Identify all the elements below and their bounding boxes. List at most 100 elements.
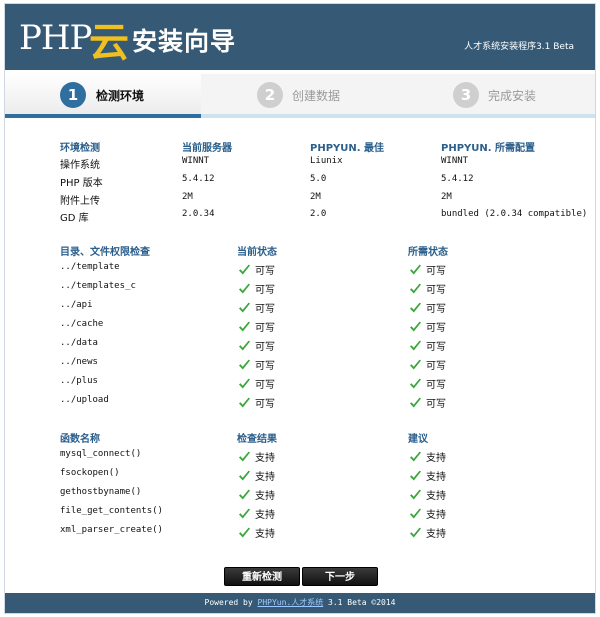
recheck-button[interactable]: 重新检测 (224, 567, 300, 586)
dir-row-status: 可写 (238, 281, 275, 296)
func-row-status-text: 支持 (255, 491, 275, 502)
dir-row-name: ../templates_c (60, 281, 136, 291)
env-current: WINNT (182, 156, 210, 166)
dir-row: ../templates_c 可写 可写 (60, 279, 580, 297)
check-icon (239, 397, 250, 408)
check-icon (239, 321, 250, 332)
table-row: GD 库 2.0.34 2.0 bundled (2.0.34 compatib… (60, 207, 587, 225)
dir-row-status-text: 可写 (426, 361, 446, 372)
func-row-status: 支持 (409, 487, 446, 502)
dir-row-status: 可写 (238, 357, 275, 372)
func-row-status: 支持 (238, 525, 275, 540)
check-icon (410, 340, 421, 351)
func-row-status-text: 支持 (426, 529, 446, 540)
dir-row: ../data 可写 可写 (60, 336, 580, 354)
dir-row-status: 可写 (409, 376, 446, 391)
dir-row-status: 可写 (409, 395, 446, 410)
func-row-status-text: 支持 (255, 529, 275, 540)
check-icon (410, 397, 421, 408)
func-row-name: xml_parser_create() (60, 525, 163, 535)
dir-row-status-text: 可写 (255, 323, 275, 334)
dir-row-status-text: 可写 (255, 342, 275, 353)
footer: Powered by PHPYun.人才系统 3.1 Beta ©2014 (5, 593, 595, 613)
dir-row-status-text: 可写 (255, 361, 275, 372)
check-icon (410, 527, 421, 538)
header: PHP 云 安装向导 人才系统安装程序3.1 Beta (5, 4, 595, 70)
dir-row-status: 可写 (409, 300, 446, 315)
check-icon (239, 527, 250, 538)
env-current: 2M (182, 192, 193, 202)
table-row: PHP 版本 5.4.12 5.0 5.4.12 (60, 172, 580, 190)
func-header-advice: 建议 (408, 434, 428, 445)
func-row: fsockopen() 支持 支持 (60, 466, 580, 484)
dir-row-status-text: 可写 (426, 323, 446, 334)
func-row-status-text: 支持 (255, 510, 275, 521)
dir-row-status-text: 可写 (426, 285, 446, 296)
func-row: mysql_connect() 支持 支持 (60, 447, 580, 465)
check-icon (410, 489, 421, 500)
env-best: 2M (310, 192, 321, 202)
check-icon (410, 264, 421, 275)
version-text: 人才系统安装程序3.1 Beta (464, 42, 574, 52)
check-icon (239, 451, 250, 462)
dir-row-status: 可写 (409, 338, 446, 353)
footer-prefix: Powered by (204, 598, 258, 607)
footer-link[interactable]: PHPYun.人才系统 (258, 598, 324, 607)
logo-cloud-mark: 云 (89, 19, 129, 66)
step-progress-bar (201, 114, 595, 118)
dir-row-status: 可写 (409, 281, 446, 296)
check-icon (239, 359, 250, 370)
dir-row-name: ../api (60, 300, 93, 310)
func-row-name: file_get_contents() (60, 506, 163, 516)
check-icon (410, 508, 421, 519)
dir-row-name: ../cache (60, 319, 104, 329)
dir-row-name: ../template (60, 262, 120, 272)
step-1: 1 检测环境 (5, 74, 201, 118)
check-icon (239, 302, 250, 313)
func-row-name: mysql_connect() (60, 449, 142, 459)
check-icon (239, 470, 250, 481)
func-row-status: 支持 (238, 468, 275, 483)
dir-row: ../news 可写 可写 (60, 355, 580, 373)
check-icon (239, 489, 250, 500)
dir-row-status-text: 可写 (255, 399, 275, 410)
func-row-status: 支持 (238, 449, 275, 464)
table-row: 附件上传 2M 2M 2M (60, 190, 580, 208)
dir-header-required: 所需状态 (408, 247, 448, 258)
table-row: 操作系统 WINNT Liunix WINNT (60, 154, 580, 172)
func-row: gethostbyname() 支持 支持 (60, 485, 580, 503)
dir-row-status-text: 可写 (426, 380, 446, 391)
check-icon (239, 264, 250, 275)
env-best: 2.0 (310, 209, 327, 219)
env-header-current: 当前服务器 (182, 143, 232, 154)
env-name: 操作系统 (60, 160, 100, 171)
env-current: 2.0.34 (182, 209, 215, 219)
check-icon (239, 508, 250, 519)
dir-row-status: 可写 (409, 319, 446, 334)
dir-row: ../template 可写 可写 (60, 260, 580, 278)
step-3-label: 完成安装 (488, 89, 537, 103)
func-header-result: 检查结果 (237, 434, 277, 445)
dir-row-status: 可写 (238, 338, 275, 353)
dir-row-status: 可写 (409, 262, 446, 277)
dir-row-status-text: 可写 (426, 399, 446, 410)
dir-row: ../cache 可写 可写 (60, 317, 580, 335)
dir-row-status: 可写 (238, 300, 275, 315)
func-row-status: 支持 (409, 506, 446, 521)
check-icon (239, 283, 250, 294)
check-icon (239, 340, 250, 351)
env-best: 5.0 (310, 174, 327, 184)
env-required: WINNT (441, 156, 469, 166)
next-step-button[interactable]: 下一步 (302, 567, 378, 586)
func-row: file_get_contents() 支持 支持 (60, 504, 580, 522)
dir-header-name: 目录、文件权限检查 (60, 247, 150, 258)
dir-row-status-text: 可写 (426, 266, 446, 277)
logo-php-text: PHP (19, 18, 92, 58)
page-title: 安装向导 (132, 27, 237, 56)
check-icon (410, 283, 421, 294)
env-best: Liunix (310, 156, 343, 166)
check-icon (410, 321, 421, 332)
footer-suffix: 3.1 Beta ©2014 (323, 598, 396, 607)
dir-header-current: 当前状态 (237, 247, 277, 258)
step-1-label: 检测环境 (96, 89, 145, 103)
